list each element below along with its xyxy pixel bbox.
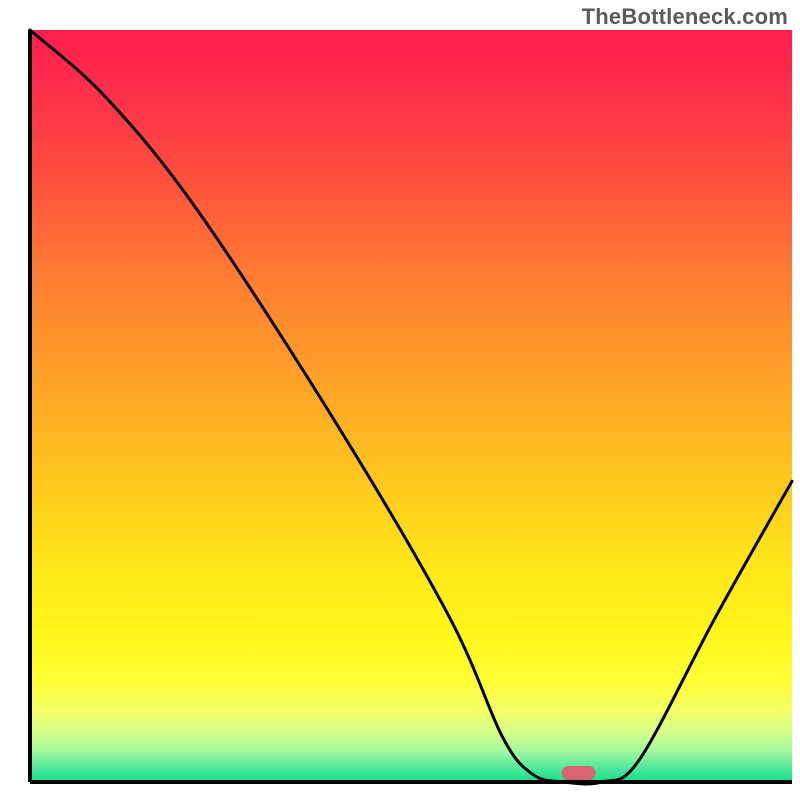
chart-marker — [562, 766, 596, 780]
watermark-text: TheBottleneck.com — [582, 4, 788, 30]
chart-stage: TheBottleneck.com — [0, 0, 800, 800]
optimal-point-marker — [562, 766, 596, 780]
bottleneck-chart — [0, 0, 800, 800]
